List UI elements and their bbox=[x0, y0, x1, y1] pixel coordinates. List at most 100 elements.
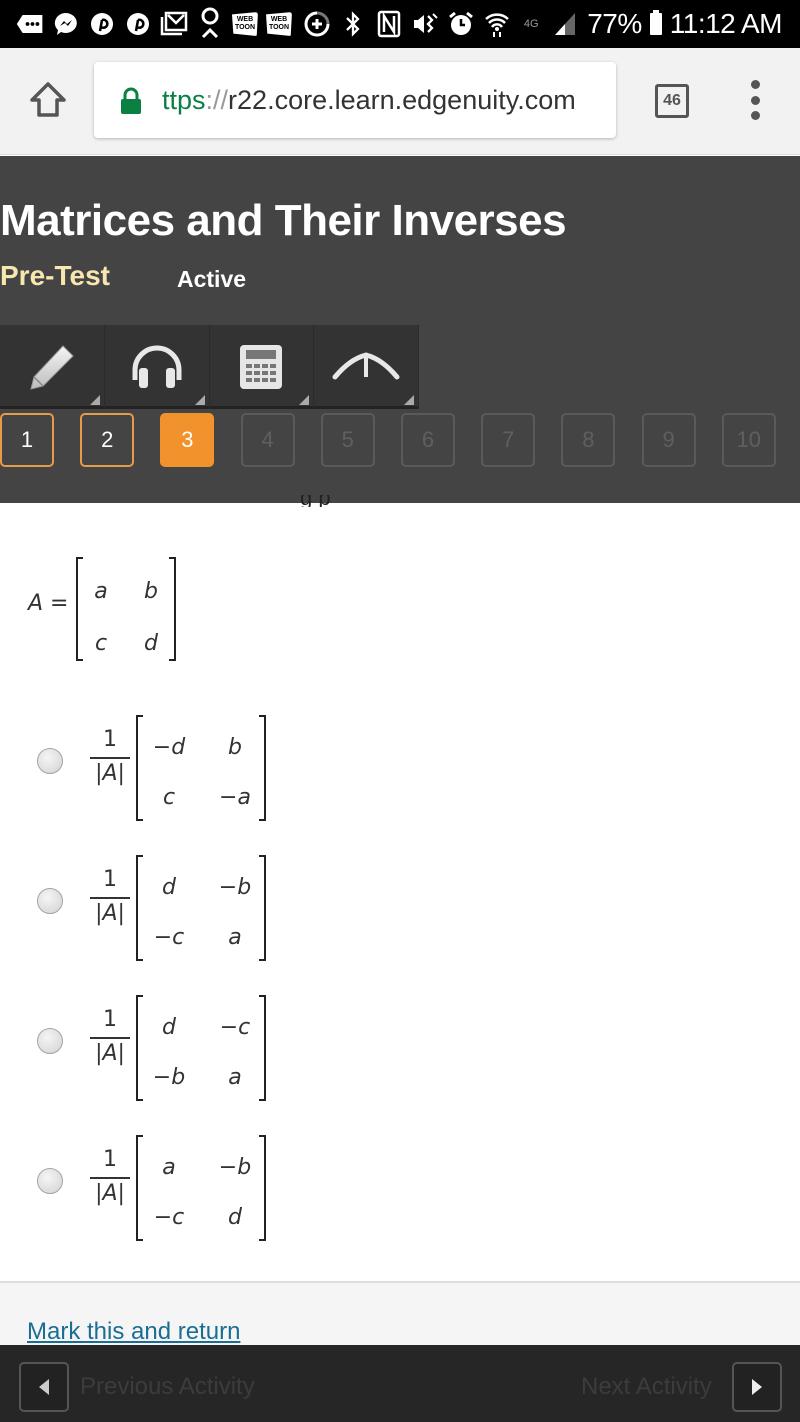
matrix-cell: b bbox=[228, 735, 242, 760]
matrix-cell: c bbox=[94, 631, 108, 656]
left-bracket bbox=[136, 995, 143, 1101]
next-activity-label[interactable]: Next Activity bbox=[581, 1373, 712, 1401]
fraction-denominator: |A| bbox=[95, 901, 125, 926]
tab-switcher-button[interactable]: 46 bbox=[655, 84, 689, 118]
question-7-button: 7 bbox=[481, 413, 536, 467]
previous-activity-button[interactable] bbox=[19, 1362, 69, 1412]
vibrate-icon bbox=[411, 10, 439, 38]
given-matrix: a b c d bbox=[76, 557, 176, 661]
menu-dot-icon bbox=[750, 111, 760, 120]
more-notifications-icon bbox=[16, 10, 44, 38]
matrix-cell: c bbox=[162, 785, 176, 810]
matrix-cell: a bbox=[162, 1155, 176, 1180]
right-bracket bbox=[259, 715, 266, 821]
webtoon-icon: WEB TOON bbox=[232, 12, 258, 36]
option-matrix: d −c −b a bbox=[136, 995, 266, 1101]
pencil-tool-button[interactable] bbox=[0, 325, 105, 409]
right-bracket bbox=[259, 995, 266, 1101]
activity-status: Active bbox=[177, 266, 247, 292]
question-2-button[interactable]: 2 bbox=[80, 413, 135, 467]
left-bracket bbox=[136, 715, 143, 821]
page-title: Matrices and Their Inverses bbox=[0, 196, 567, 245]
audio-tool-button[interactable] bbox=[105, 325, 210, 409]
menu-dot-icon bbox=[750, 80, 760, 89]
scalar-fraction: 1 |A| bbox=[90, 867, 130, 926]
question-9-button: 9 bbox=[641, 413, 696, 467]
matrix-cell: −c bbox=[219, 1015, 251, 1040]
battery-icon bbox=[649, 10, 662, 35]
url-host: r22.core.learn.edgenuity.com bbox=[228, 84, 576, 115]
pinterest-icon bbox=[88, 10, 116, 38]
answer-option[interactable]: 1 |A| a −b −c d bbox=[0, 1115, 320, 1241]
lte-icon: 4G bbox=[523, 18, 539, 30]
address-bar[interactable]: ttps://r22.core.learn.edgenuity.com bbox=[94, 62, 616, 138]
question-navigator: 1 2 3 4 5 6 7 8 9 10 bbox=[0, 413, 800, 469]
url-separator: :// bbox=[205, 84, 229, 115]
fraction-numerator: 1 bbox=[103, 1147, 117, 1172]
question-5-button: 5 bbox=[320, 413, 375, 467]
nfc-icon bbox=[375, 10, 403, 38]
answer-radio[interactable] bbox=[37, 1028, 63, 1054]
question-3-button[interactable]: 3 bbox=[160, 413, 215, 467]
pinterest-icon bbox=[124, 10, 152, 38]
fraction-bar bbox=[90, 1177, 130, 1179]
signal-icon bbox=[551, 10, 579, 38]
answer-radio[interactable] bbox=[37, 1168, 63, 1194]
answer-option[interactable]: 1 |A| −d b c −a bbox=[0, 695, 320, 821]
matrix-cell: d bbox=[228, 1205, 242, 1230]
wifi-icon bbox=[483, 10, 511, 38]
mark-and-return-link[interactable]: Mark this and return bbox=[27, 1318, 240, 1346]
url-scheme: ttps bbox=[162, 84, 206, 115]
previous-activity-label[interactable]: Previous Activity bbox=[80, 1373, 255, 1401]
collapse-icon bbox=[332, 352, 400, 380]
left-bracket bbox=[136, 855, 143, 961]
matrix-cell: −b bbox=[218, 1155, 252, 1180]
webtoon-icon: WEB TOON bbox=[266, 12, 292, 36]
calculator-tool-button[interactable] bbox=[210, 325, 315, 409]
home-button[interactable] bbox=[28, 80, 68, 120]
fraction-denominator: |A| bbox=[95, 761, 125, 786]
question-1-button[interactable]: 1 bbox=[0, 413, 54, 467]
activity-header: Matrices and Their Inverses Pre-Test Act… bbox=[0, 156, 800, 503]
matrix-cell: a bbox=[228, 925, 242, 950]
chevron-left-icon bbox=[39, 1379, 49, 1395]
right-bracket bbox=[259, 1135, 266, 1241]
gmail-icon bbox=[160, 10, 188, 38]
browser-toolbar: ttps://r22.core.learn.edgenuity.com 46 bbox=[0, 48, 800, 155]
question-prompt-partial: g p bbox=[300, 495, 331, 507]
pencil-icon bbox=[30, 345, 74, 390]
headphones-icon bbox=[132, 345, 182, 388]
bluetooth-icon bbox=[339, 10, 367, 38]
fraction-bar bbox=[90, 757, 130, 759]
answer-option[interactable]: 1 |A| d −b −c a bbox=[0, 835, 320, 961]
alarm-icon bbox=[447, 10, 475, 38]
matrix-cell: d bbox=[162, 1015, 176, 1040]
battery-percent: 77% bbox=[587, 8, 642, 39]
chevron-right-icon bbox=[752, 1379, 762, 1395]
url-text[interactable]: ttps://r22.core.learn.edgenuity.com bbox=[162, 85, 576, 116]
matrix-cell: −c bbox=[153, 1205, 185, 1230]
tool-palette bbox=[0, 325, 419, 409]
answer-radio[interactable] bbox=[37, 748, 63, 774]
next-activity-button[interactable] bbox=[732, 1362, 782, 1412]
activity-type: Pre-Test bbox=[0, 260, 110, 291]
question-footer: Mark this and return bbox=[0, 1281, 800, 1345]
answer-radio[interactable] bbox=[37, 888, 63, 914]
option-matrix: d −b −c a bbox=[136, 855, 266, 961]
question-4-button: 4 bbox=[240, 413, 295, 467]
calculator-icon bbox=[240, 345, 283, 389]
collapse-tool-button[interactable] bbox=[314, 325, 419, 409]
scalar-fraction: 1 |A| bbox=[90, 1007, 130, 1066]
option-matrix: a −b −c d bbox=[136, 1135, 266, 1241]
matrix-cell: −b bbox=[218, 875, 252, 900]
answer-option[interactable]: 1 |A| d −c −b a bbox=[0, 975, 320, 1101]
fraction-bar bbox=[90, 897, 130, 899]
matrix-cell: a bbox=[94, 579, 108, 604]
overflow-menu-button[interactable] bbox=[748, 80, 762, 120]
question-6-button: 6 bbox=[401, 413, 455, 467]
question-content: g p A = a b c d 1 |A| −d b c −a 1 |A| d −b −c a 1 |A|… bbox=[0, 495, 800, 1281]
fraction-denominator: |A| bbox=[95, 1181, 125, 1206]
matrix-cell: −c bbox=[153, 925, 185, 950]
right-bracket bbox=[169, 557, 176, 661]
fraction-bar bbox=[90, 1037, 130, 1039]
